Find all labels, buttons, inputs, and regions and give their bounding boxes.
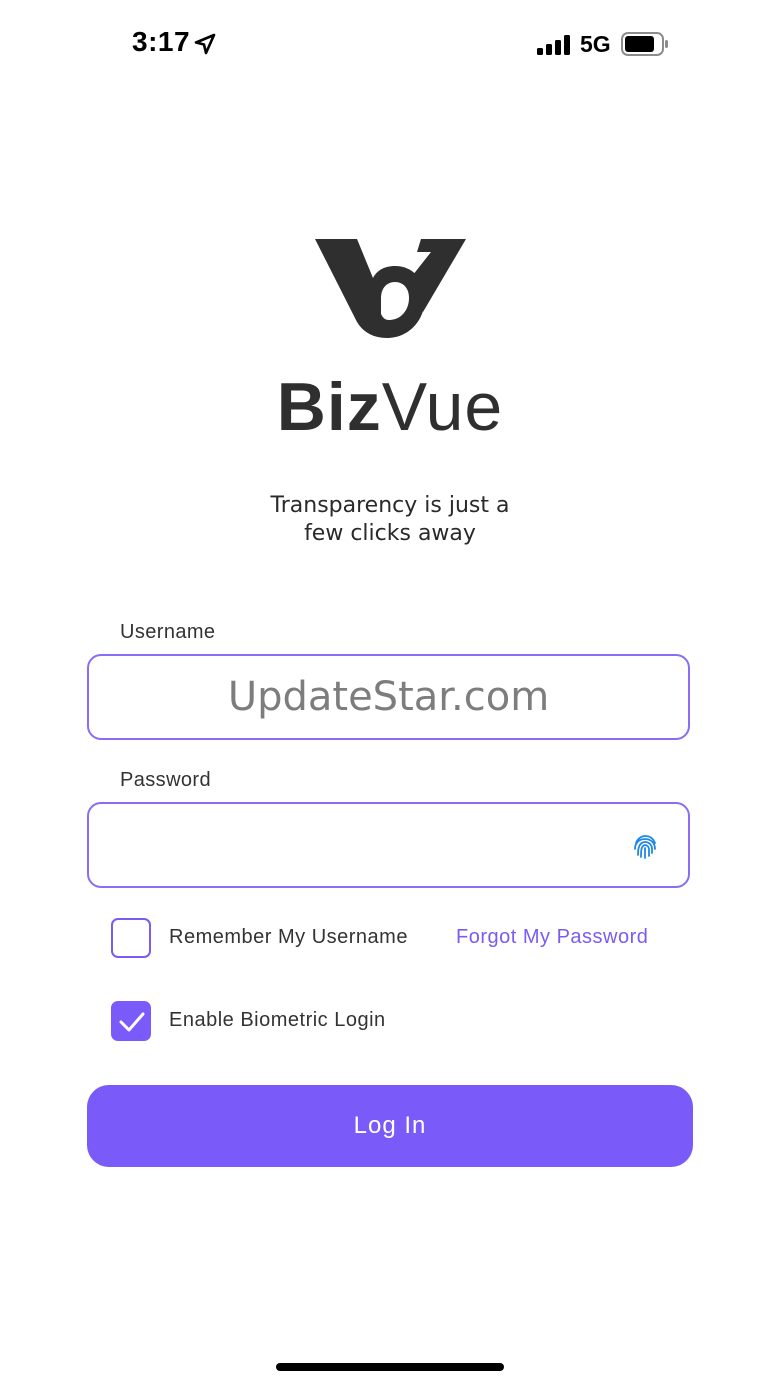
login-button[interactable]: Log In	[87, 1085, 693, 1167]
username-field[interactable]	[87, 654, 690, 740]
network-label: 5G	[580, 31, 611, 57]
tagline-line2: few clicks away	[304, 521, 476, 546]
biometric-login-label[interactable]: Enable Biometric Login	[169, 1009, 386, 1032]
remember-username-label[interactable]: Remember My Username	[169, 926, 408, 949]
username-input[interactable]	[89, 656, 688, 738]
fingerprint-icon[interactable]	[632, 834, 658, 860]
status-bar: 3:17 5G	[0, 0, 780, 90]
forgot-password-link[interactable]: Forgot My Password	[456, 926, 648, 949]
brand-wordmark: BizVue	[0, 368, 780, 446]
password-field[interactable]	[87, 802, 690, 888]
password-label: Password	[120, 769, 212, 791]
tagline: Transparency is just a few clicks away	[0, 492, 780, 548]
brand-name-bold: Biz	[276, 369, 382, 445]
remember-username-checkbox[interactable]	[111, 918, 151, 958]
password-input[interactable]	[89, 804, 688, 886]
username-label: Username	[120, 621, 216, 643]
location-arrow-icon	[194, 33, 216, 55]
signal-bars-icon	[537, 35, 570, 55]
checkmark-icon	[119, 1012, 145, 1032]
bizvue-logo-icon	[315, 239, 466, 338]
home-indicator[interactable]	[276, 1363, 504, 1371]
status-time: 3:17	[132, 26, 191, 57]
biometric-login-checkbox[interactable]	[111, 1001, 151, 1041]
brand-name-light: Vue	[381, 369, 504, 445]
tagline-line1: Transparency is just a	[270, 493, 510, 518]
battery-icon	[621, 32, 668, 56]
